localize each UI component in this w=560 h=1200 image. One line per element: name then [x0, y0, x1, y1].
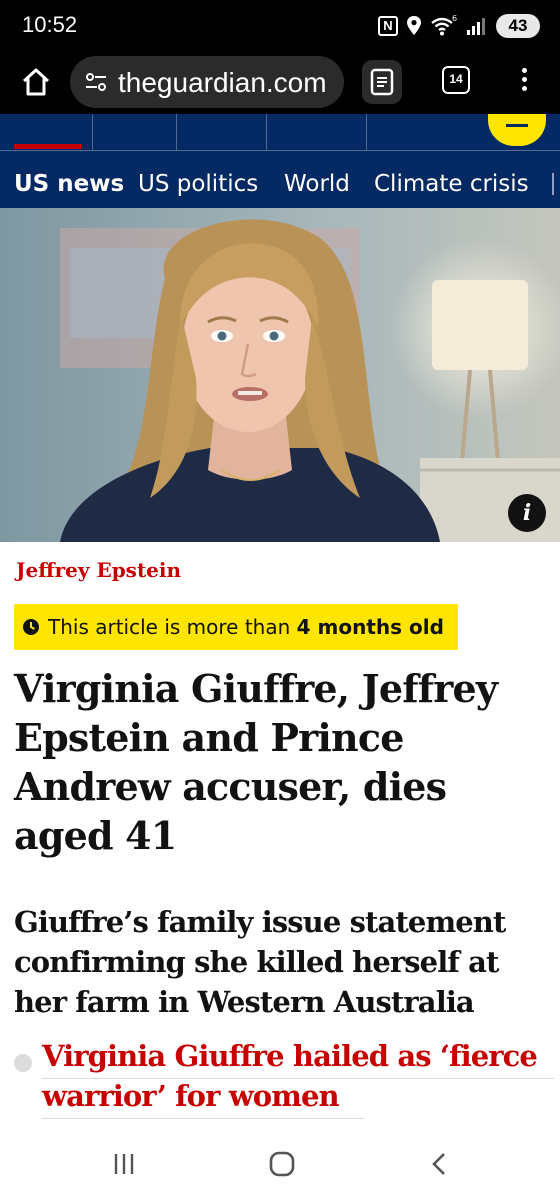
back-icon[interactable] [424, 1150, 456, 1178]
url-text[interactable]: theguardian.com [118, 67, 338, 99]
image-caption-info-icon[interactable]: i [508, 494, 546, 532]
age-warning-strong: 4 months old [296, 615, 444, 639]
clock-icon [23, 619, 39, 635]
subnav-us-news[interactable]: US news [14, 171, 124, 197]
article-standfirst: Giuffre’s family issue statement confirm… [14, 905, 506, 1019]
system-nav-bar [0, 1124, 560, 1200]
link-underline [42, 1078, 554, 1079]
hero-portrait [0, 208, 560, 542]
battery-level: 43 [508, 16, 528, 35]
link-underline [42, 1118, 364, 1119]
subnav-overflow-hint [552, 173, 554, 195]
browser-toolbar: theguardian.com 14 [0, 50, 560, 114]
age-warning-text: This article is more than 4 months old [48, 615, 444, 639]
pillar-active-indicator [14, 144, 82, 149]
status-time: 10:52 [22, 12, 78, 37]
more-vert-icon[interactable] [514, 64, 534, 100]
subnav-climate-crisis[interactable]: Climate crisis [374, 171, 529, 197]
address-bar[interactable]: theguardian.com [70, 56, 344, 108]
pillar-nav [0, 114, 560, 150]
status-bar: 10:52 N 6 43 [0, 0, 560, 50]
reader-mode-icon [370, 68, 394, 96]
site-settings-icon[interactable] [84, 70, 108, 94]
home-icon[interactable] [18, 64, 54, 100]
tab-count: 14 [449, 72, 463, 86]
age-warning-prefix: This article is more than [48, 615, 297, 639]
related-story-link[interactable]: Virginia Giuffre hailed as ‘fierce warri… [42, 1036, 560, 1116]
article-headline: Virginia Giuffre, Jeffrey Epstein and Pr… [14, 666, 498, 858]
svg-text:6: 6 [452, 15, 457, 23]
hero-image: i [0, 208, 560, 542]
reader-mode-button[interactable] [362, 60, 402, 104]
nfc-icon: N [378, 16, 398, 36]
tab-switcher-icon[interactable]: 14 [442, 66, 470, 94]
support-menu-button[interactable] [488, 114, 546, 146]
pillar-divider [366, 114, 367, 150]
location-icon [407, 16, 421, 35]
pillar-divider [266, 114, 267, 150]
subnav: US news US politics World Climate crisis [0, 150, 560, 208]
article-age-warning: This article is more than 4 months old [14, 604, 458, 650]
home-circle-icon[interactable] [266, 1150, 298, 1178]
pillar-divider [176, 114, 177, 150]
bullet-icon [14, 1054, 32, 1072]
section-kicker[interactable]: Jeffrey Epstein [16, 558, 181, 582]
subnav-us-politics[interactable]: US politics [138, 171, 258, 197]
subnav-world[interactable]: World [284, 171, 350, 197]
pillar-divider [92, 114, 93, 150]
wifi-6-icon: 6 [431, 15, 457, 36]
signal-icon [467, 18, 485, 35]
status-icons: N 6 43 [378, 14, 540, 38]
recents-icon[interactable] [108, 1150, 140, 1178]
battery-charging-icon: 43 [496, 14, 540, 38]
